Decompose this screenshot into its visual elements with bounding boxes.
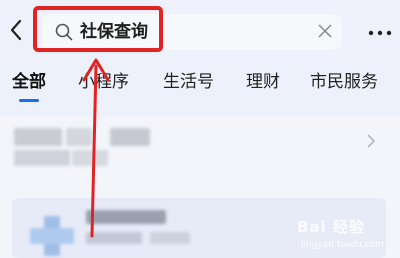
watermark-url: jingyan.baidu.com [301,240,385,250]
baidu-jingyan-watermark: Bai 经验 jingyan.baidu.com [297,216,393,256]
watermark-logo-text: Bai 经验 [297,218,365,236]
app-screen: 社保查询 全部 小程序 生活号 理财 市民服务 Bai 经验 jingyan.b… [0,0,400,258]
